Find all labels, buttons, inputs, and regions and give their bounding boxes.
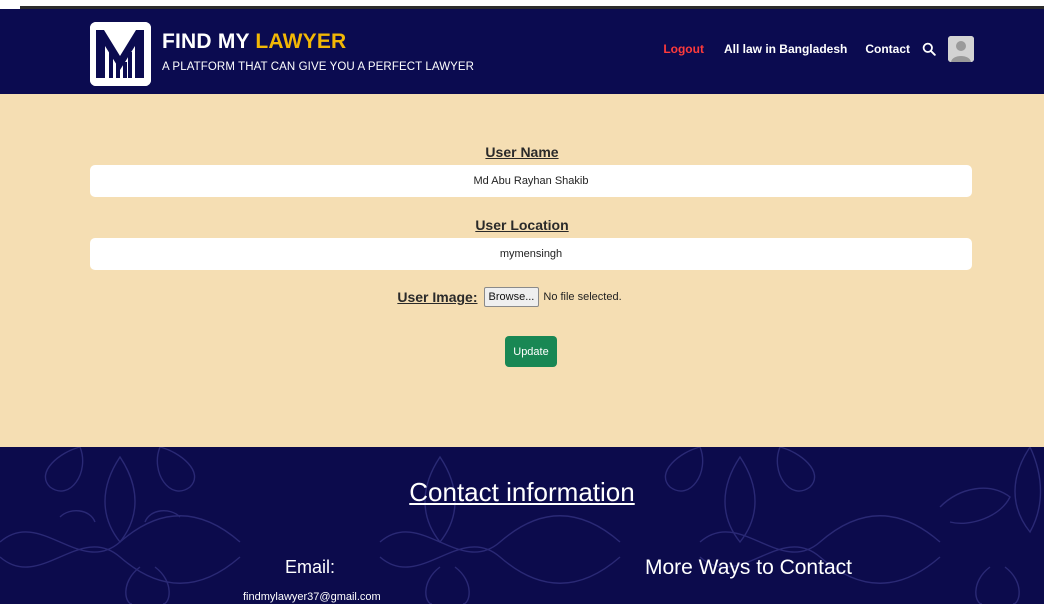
brand-title: FIND MY LAWYER	[162, 30, 474, 54]
email-label: Email:	[285, 557, 336, 577]
update-button[interactable]: Update	[505, 336, 557, 367]
navbar: FIND MY LAWYER A PLATFORM THAT CAN GIVE …	[0, 9, 1044, 94]
brand-subtitle: A PLATFORM THAT CAN GIVE YOU A PERFECT L…	[162, 60, 475, 73]
logo-icon[interactable]	[90, 22, 151, 86]
email-value[interactable]: findmylawyer37@gmail.com	[243, 591, 381, 603]
brand-title-main: FIND MY	[162, 29, 256, 53]
more-ways-heading: More Ways to Contact	[645, 556, 852, 579]
brand-title-accent: LAWYER	[255, 29, 347, 53]
brand-text: FIND MY LAWYER A PLATFORM THAT CAN GIVE …	[162, 30, 474, 73]
user-name-label: User Name	[485, 144, 559, 160]
main-nav: Logout All law in Bangladesh Contact	[663, 36, 1044, 62]
user-image-row: User Image: Browse... No file selected.	[0, 287, 1044, 307]
user-name-input[interactable]	[90, 165, 972, 197]
user-location-input[interactable]	[90, 238, 972, 270]
nav-all-law-link[interactable]: All law in Bangladesh	[724, 42, 847, 56]
search-icon[interactable]	[922, 42, 936, 56]
footer-pattern	[0, 447, 1042, 604]
footer: Contact information Email: findmylawyer3…	[0, 447, 1044, 604]
profile-form: User Name User Location User Image: Brow…	[0, 94, 1044, 447]
nav-contact-link[interactable]: Contact	[865, 42, 910, 56]
user-location-label: User Location	[475, 217, 569, 233]
browse-button[interactable]: Browse...	[483, 287, 540, 307]
nav-logout-link[interactable]: Logout	[663, 42, 704, 56]
avatar-icon[interactable]	[948, 36, 974, 62]
file-status-text: No file selected.	[543, 291, 622, 303]
user-image-label: User Image:	[397, 289, 478, 305]
contact-title: Contact information	[409, 477, 635, 507]
brand[interactable]: FIND MY LAWYER A PLATFORM THAT CAN GIVE …	[90, 22, 474, 86]
